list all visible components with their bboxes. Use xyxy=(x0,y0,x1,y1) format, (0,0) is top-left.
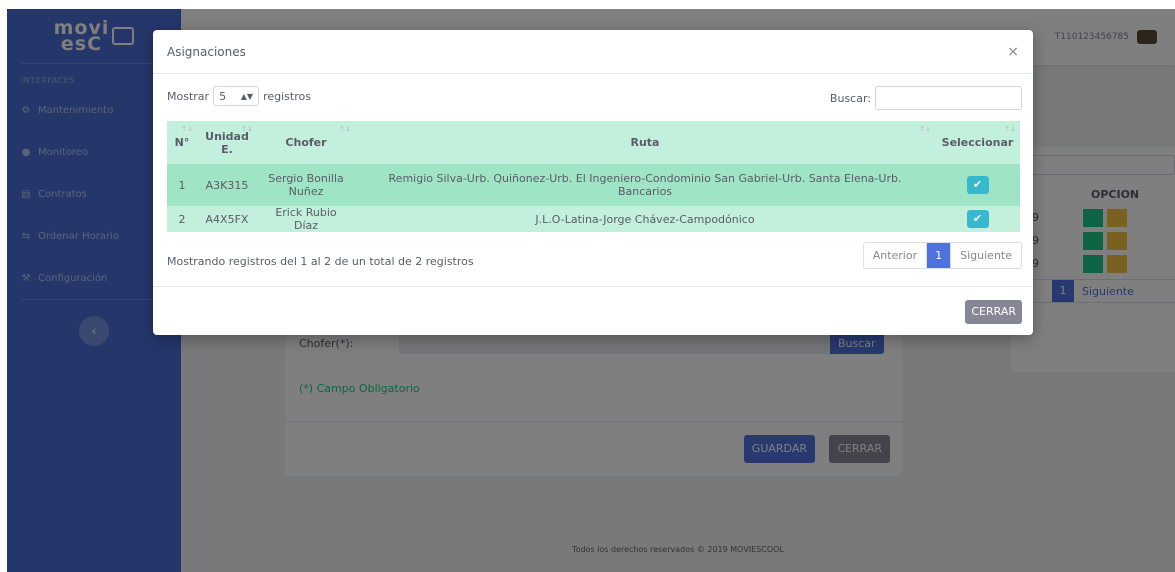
show-label: Mostrar xyxy=(167,89,210,103)
sort-icon: ↑↓ xyxy=(339,125,351,133)
app-frame: movi esC INTERFACES ⚙ Mantenimiento ● Mo… xyxy=(7,9,1175,572)
search-label: Buscar: xyxy=(829,91,871,105)
select-cell: ✔ xyxy=(935,206,1020,232)
sort-icon: ↑↓ xyxy=(241,125,253,133)
modal-body: Mostrar 5 ▲▼ registros Buscar: N° ↑↓ Uni… xyxy=(153,74,1033,286)
row-number: 1 xyxy=(167,164,197,206)
modal-header: Asignaciones × xyxy=(153,30,1033,74)
chofer-cell: Sergio Bonilla Nuñez xyxy=(257,164,355,206)
column-header-label: Ruta xyxy=(630,136,660,149)
sort-icon: ↑↓ xyxy=(1004,125,1016,133)
table-row: 1 A3K315 Sergio Bonilla Nuñez Remigio Si… xyxy=(167,164,1020,206)
sort-icon: ↑↓ xyxy=(919,125,931,133)
search-input[interactable] xyxy=(875,86,1022,110)
page-size-select[interactable]: 5 ▲▼ xyxy=(213,86,260,106)
column-header-ruta[interactable]: Ruta ↑↓ xyxy=(355,121,935,164)
column-header-label: Unidad E. xyxy=(205,129,249,156)
modal-title: Asignaciones xyxy=(167,44,246,59)
pagination-current[interactable]: 1 xyxy=(927,243,951,268)
column-header-label: N° xyxy=(174,136,190,149)
column-header-seleccionar[interactable]: Seleccionar ↑↓ xyxy=(935,121,1020,164)
sort-icon: ↑↓ xyxy=(181,125,193,133)
pagination: Anterior 1 Siguiente xyxy=(862,242,1022,269)
ruta-cell: Remigio Silva-Urb. Quiñonez-Urb. El Inge… xyxy=(355,164,935,206)
pagination-next[interactable]: Siguiente xyxy=(950,243,1021,268)
chofer-cell: Erick Rubio Díaz xyxy=(257,206,355,232)
asignaciones-modal: Asignaciones × Mostrar 5 ▲▼ registros Bu… xyxy=(153,30,1033,335)
column-header-unidad[interactable]: Unidad E. ↑↓ xyxy=(197,121,257,164)
pagination-prev[interactable]: Anterior xyxy=(864,243,928,268)
select-button[interactable]: ✔ xyxy=(966,176,989,194)
unidad-cell: A3K315 xyxy=(197,164,257,206)
select-button[interactable]: ✔ xyxy=(966,210,989,228)
close-button[interactable]: CERRAR xyxy=(965,300,1022,324)
table-header-row: N° ↑↓ Unidad E. ↑↓ Chofer ↑↓ Ruta ↑↓ Sel… xyxy=(167,121,1020,164)
table-info: Mostrando registros del 1 al 2 de un tot… xyxy=(167,255,474,268)
page-size-control: Mostrar 5 ▲▼ registros xyxy=(167,86,311,106)
assignments-table: N° ↑↓ Unidad E. ↑↓ Chofer ↑↓ Ruta ↑↓ Sel… xyxy=(167,121,1020,232)
close-icon[interactable]: × xyxy=(1007,44,1019,60)
ruta-cell: J.L.O-Latina-Jorge Chávez-Campodónico xyxy=(355,206,935,232)
page-size-value: 5 xyxy=(219,89,227,103)
column-header-label: Seleccionar xyxy=(941,136,1014,149)
check-icon: ✔ xyxy=(972,178,983,191)
chevron-updown-icon: ▲▼ xyxy=(240,91,254,101)
modal-footer: CERRAR xyxy=(153,286,1033,335)
select-cell: ✔ xyxy=(935,164,1020,206)
records-label: registros xyxy=(263,89,311,103)
column-header-label: Chofer xyxy=(285,136,327,149)
column-header-n[interactable]: N° ↑↓ xyxy=(167,121,197,164)
row-number: 2 xyxy=(167,206,197,232)
check-icon: ✔ xyxy=(972,212,983,225)
search-control: Buscar: xyxy=(830,86,1022,110)
column-header-chofer[interactable]: Chofer ↑↓ xyxy=(257,121,355,164)
unidad-cell: A4X5FX xyxy=(197,206,257,232)
table-row: 2 A4X5FX Erick Rubio Díaz J.L.O-Latina-J… xyxy=(167,206,1020,232)
